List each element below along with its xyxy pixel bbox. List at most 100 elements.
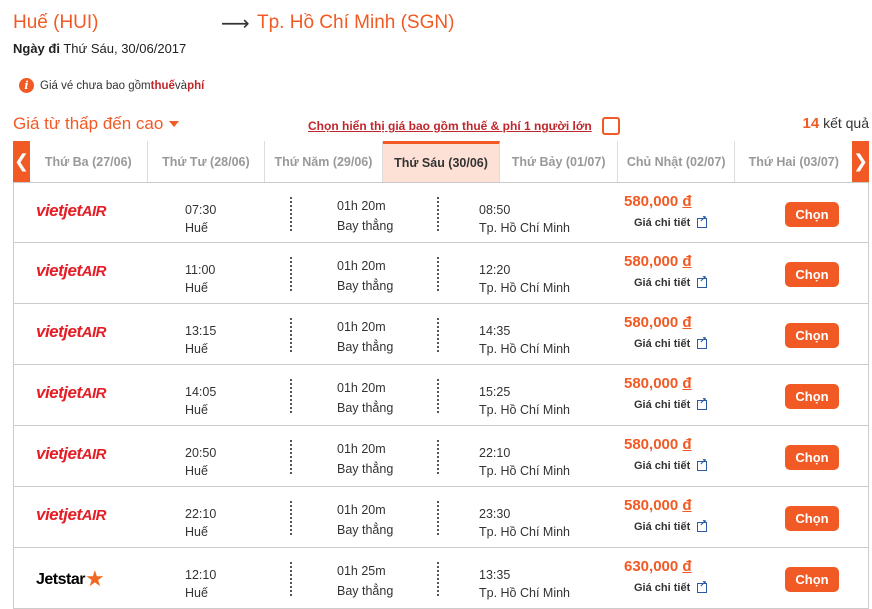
chevron-right-icon: ❯ xyxy=(852,151,869,171)
arrival-time: 12:20 xyxy=(479,263,511,277)
divider xyxy=(437,257,439,291)
vietjet-logo-icon: vietjetAIR xyxy=(36,261,106,281)
price-currency: đ xyxy=(682,497,692,514)
departure-time: 13:15 xyxy=(185,324,217,338)
duration-info: 01h 20m Bay thẳng xyxy=(337,378,393,418)
tab-date[interactable]: Thứ Sáu (30/06) xyxy=(382,141,501,182)
sort-row: Giá từ thấp đến cao Chọn hiển thị giá ba… xyxy=(13,114,869,136)
arrival-info: 12:20 Tp. Hồ Chí Minh xyxy=(479,261,570,297)
external-link-icon xyxy=(697,579,708,593)
price-detail-link[interactable]: Giá chi tiết xyxy=(634,335,708,350)
choose-flight-button[interactable]: Chọn xyxy=(785,567,839,592)
external-link-icon xyxy=(697,274,708,288)
arrival-city: Tp. Hồ Chí Minh xyxy=(479,221,571,235)
include-tax-toggle[interactable]: Chọn hiển thị giá bao gồm thuế & phí 1 n… xyxy=(308,117,620,135)
result-count: 14 kết quả xyxy=(802,115,869,132)
include-tax-checkbox[interactable] xyxy=(601,117,620,135)
arrival-info: 15:25 Tp. Hồ Chí Minh xyxy=(479,383,570,419)
divider xyxy=(437,318,439,352)
flight-price: 580,000 đ xyxy=(624,375,692,392)
divider xyxy=(290,257,292,291)
departure-info: 12:10 Huế xyxy=(185,566,216,602)
flight-stops: Bay thẳng xyxy=(337,462,394,476)
price-currency: đ xyxy=(682,375,692,392)
sort-dropdown[interactable]: Giá từ thấp đến cao xyxy=(13,114,180,134)
vietjet-logo-icon: vietjetAIR xyxy=(36,383,106,403)
date-tab-list: Thứ Ba (27/06) Thứ Tư (28/06) Thứ Năm (2… xyxy=(30,141,852,182)
vietjet-logo-icon: vietjetAIR xyxy=(36,505,106,525)
prev-date-button[interactable]: ❮ xyxy=(13,141,30,182)
duration-info: 01h 20m Bay thẳng xyxy=(337,500,393,540)
price-detail-link[interactable]: Giá chi tiết xyxy=(634,274,708,289)
tab-date[interactable]: Chủ Nhật (02/07) xyxy=(618,141,736,182)
duration-info: 01h 25m Bay thẳng xyxy=(337,561,393,601)
tab-date[interactable]: Thứ Hai (03/07) xyxy=(735,141,852,182)
departure-time: 22:10 xyxy=(185,507,217,521)
airline-logo-text: vietjet xyxy=(36,322,82,341)
departure-date-label: Ngày đi xyxy=(13,41,60,56)
flight-duration: 01h 20m xyxy=(337,381,386,395)
next-date-button[interactable]: ❯ xyxy=(852,141,869,182)
flight-price: 580,000 đ xyxy=(624,436,692,453)
departure-city: Huế xyxy=(185,281,208,295)
airline-logo-text: vietjet xyxy=(36,505,82,524)
tab-date[interactable]: Thứ Ba (27/06) xyxy=(30,141,148,182)
tab-date[interactable]: Thứ Bảy (01/07) xyxy=(500,141,618,182)
price-detail-label: Giá chi tiết xyxy=(634,277,691,289)
price-detail-label: Giá chi tiết xyxy=(634,399,691,411)
arrival-info: 13:35 Tp. Hồ Chí Minh xyxy=(479,566,570,602)
flight-stops: Bay thẳng xyxy=(337,584,394,598)
price-detail-label: Giá chi tiết xyxy=(634,338,691,350)
arrival-city: Tp. Hồ Chí Minh xyxy=(479,525,571,539)
divider xyxy=(437,440,439,474)
flight-price: 580,000 đ xyxy=(624,193,692,210)
choose-flight-button[interactable]: Chọn xyxy=(785,506,839,531)
price-value: 580,000 xyxy=(624,193,679,210)
price-detail-link[interactable]: Giá chi tiết xyxy=(634,518,708,533)
price-value: 580,000 xyxy=(624,436,679,453)
choose-flight-button[interactable]: Chọn xyxy=(785,323,839,348)
choose-flight-button[interactable]: Chọn xyxy=(785,384,839,409)
price-detail-link[interactable]: Giá chi tiết xyxy=(634,396,708,411)
choose-flight-button[interactable]: Chọn xyxy=(785,445,839,470)
airline-logo-text: vietjet xyxy=(36,261,82,280)
price-value: 630,000 xyxy=(624,558,679,575)
vietjet-logo-icon: vietjetAIR xyxy=(36,201,106,221)
flight-row: vietjetAIR 13:15 Huế 01h 20m Bay thẳng 14:… xyxy=(13,304,869,365)
airline-logo-suffix: AIR xyxy=(81,324,107,341)
price-value: 580,000 xyxy=(624,375,679,392)
flight-duration: 01h 20m xyxy=(337,503,386,517)
chevron-left-icon: ❮ xyxy=(13,151,30,171)
departure-city: Huế xyxy=(185,403,208,417)
destination-airport: Tp. Hồ Chí Minh (SGN) xyxy=(257,12,455,33)
arrival-city: Tp. Hồ Chí Minh xyxy=(479,281,571,295)
price-detail-link[interactable]: Giá chi tiết xyxy=(634,457,708,472)
flight-duration: 01h 20m xyxy=(337,259,386,273)
departure-city: Huế xyxy=(185,464,208,478)
external-link-icon xyxy=(697,335,708,349)
choose-flight-button[interactable]: Chọn xyxy=(785,262,839,287)
tab-date[interactable]: Thứ Năm (29/06) xyxy=(265,141,383,182)
divider xyxy=(437,379,439,413)
flight-price: 630,000 đ xyxy=(624,558,692,575)
divider xyxy=(290,501,292,535)
duration-info: 01h 20m Bay thẳng xyxy=(337,196,393,236)
route-header: Huế (HUI) ⟶ Tp. Hồ Chí Minh (SGN) xyxy=(13,12,872,38)
arrival-info: 14:35 Tp. Hồ Chí Minh xyxy=(479,322,570,358)
external-link-icon xyxy=(697,518,708,532)
flight-price: 580,000 đ xyxy=(624,253,692,270)
price-detail-link[interactable]: Giá chi tiết xyxy=(634,214,708,229)
vietjet-logo-icon: vietjetAIR xyxy=(36,322,106,342)
flight-price: 580,000 đ xyxy=(624,314,692,331)
flight-stops: Bay thẳng xyxy=(337,401,394,415)
arrival-time: 13:35 xyxy=(479,568,511,582)
departure-time: 14:05 xyxy=(185,385,217,399)
choose-flight-button[interactable]: Chọn xyxy=(785,202,839,227)
include-tax-label: Chọn hiển thị giá bao gồm thuế & phí 1 n… xyxy=(308,119,592,133)
departure-info: 22:10 Huế xyxy=(185,505,216,541)
price-detail-link[interactable]: Giá chi tiết xyxy=(634,579,708,594)
arrival-city: Tp. Hồ Chí Minh xyxy=(479,586,571,600)
tab-date[interactable]: Thứ Tư (28/06) xyxy=(148,141,266,182)
divider xyxy=(437,501,439,535)
airline-logo-text: Jetstar xyxy=(36,571,85,588)
